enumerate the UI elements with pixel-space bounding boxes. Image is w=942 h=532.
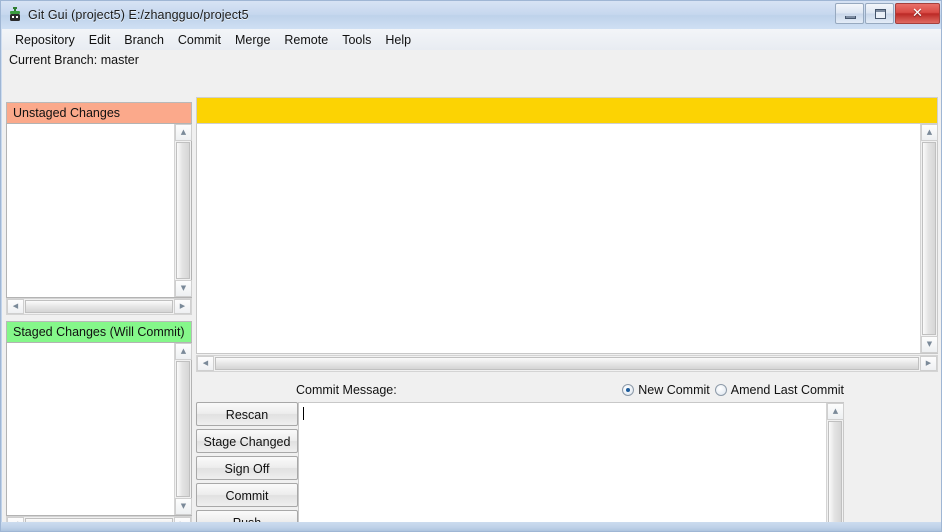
- unstaged-horizontal-scrollbar[interactable]: ◀ ▶: [6, 298, 192, 315]
- panels-region: Unstaged Changes ▲ ▼ ◀ ▶: [2, 70, 942, 501]
- commit-message-label: Commit Message:: [296, 383, 397, 397]
- window-controls: ✕: [834, 3, 940, 24]
- diff-viewer: ▲ ▼ ◀ ▶: [196, 97, 938, 372]
- staged-changes-header: Staged Changes (Will Commit): [6, 321, 192, 342]
- radio-amend-last-commit-label: Amend Last Commit: [731, 383, 844, 397]
- scroll-left-icon[interactable]: ◀: [7, 299, 24, 314]
- commit-message-vertical-scrollbar[interactable]: ▲ ▼: [826, 403, 843, 532]
- stage-changed-button[interactable]: Stage Changed: [196, 429, 298, 453]
- diff-vertical-scrollbar[interactable]: ▲ ▼: [920, 124, 937, 353]
- close-button[interactable]: ✕: [895, 3, 940, 24]
- diff-horizontal-scrollbar[interactable]: ◀ ▶: [196, 355, 938, 372]
- scrollbar-thumb[interactable]: [176, 142, 190, 279]
- sign-off-button[interactable]: Sign Off: [196, 456, 298, 480]
- staged-changes-list[interactable]: ▲ ▼: [6, 342, 192, 516]
- scroll-up-icon[interactable]: ▲: [175, 343, 192, 360]
- radio-new-commit-label: New Commit: [638, 383, 710, 397]
- close-icon: ✕: [896, 4, 939, 23]
- title-bar: Git Gui (project5) E:/zhangguo/project5 …: [1, 1, 942, 29]
- unstaged-changes-header: Unstaged Changes: [6, 102, 192, 123]
- scroll-right-icon[interactable]: ▶: [920, 356, 937, 371]
- window-title: Git Gui (project5) E:/zhangguo/project5: [28, 8, 249, 22]
- radio-selected-icon: [622, 384, 634, 396]
- commit-mode-radio-group: New Commit Amend Last Commit: [622, 380, 844, 400]
- scrollbar-thumb[interactable]: [828, 421, 842, 525]
- menu-item-edit[interactable]: Edit: [82, 31, 118, 49]
- scrollbar-thumb[interactable]: [25, 300, 173, 313]
- diff-text-area[interactable]: ▲ ▼: [196, 124, 938, 354]
- minimize-button[interactable]: [835, 3, 864, 24]
- menu-item-merge[interactable]: Merge: [228, 31, 277, 49]
- menu-item-branch[interactable]: Branch: [117, 31, 171, 49]
- text-caret: [303, 407, 304, 420]
- scroll-down-icon[interactable]: ▼: [175, 280, 192, 297]
- commit-message-textarea[interactable]: ▲ ▼: [298, 402, 844, 532]
- scrollbar-thumb[interactable]: [176, 361, 190, 497]
- commit-button[interactable]: Commit: [196, 483, 298, 507]
- scrollbar-thumb[interactable]: [215, 357, 919, 370]
- current-branch-label: Current Branch: master: [9, 53, 139, 67]
- staged-changes-panel: Staged Changes (Will Commit) ▲ ▼ ◀ ▶: [6, 321, 192, 532]
- radio-new-commit[interactable]: New Commit: [622, 383, 710, 397]
- unstaged-vertical-scrollbar[interactable]: ▲ ▼: [174, 124, 191, 297]
- scroll-up-icon[interactable]: ▲: [921, 124, 938, 141]
- menu-item-repository[interactable]: Repository: [8, 31, 82, 49]
- git-gui-icon: [6, 6, 24, 24]
- client-area: Repository Edit Branch Commit Merge Remo…: [2, 29, 942, 524]
- rescan-button[interactable]: Rescan: [196, 402, 298, 426]
- left-column: Unstaged Changes ▲ ▼ ◀ ▶: [6, 102, 192, 501]
- scroll-right-icon[interactable]: ▶: [174, 299, 191, 314]
- action-button-column: Rescan Stage Changed Sign Off Commit Pus…: [196, 402, 298, 532]
- menu-bar: Repository Edit Branch Commit Merge Remo…: [2, 29, 942, 50]
- scroll-up-icon[interactable]: ▲: [175, 124, 192, 141]
- maximize-button[interactable]: [865, 3, 894, 24]
- diff-header-bar: [196, 97, 938, 124]
- scroll-up-icon[interactable]: ▲: [827, 403, 844, 420]
- current-branch-bar: Current Branch: master: [2, 50, 942, 69]
- unstaged-changes-list[interactable]: ▲ ▼: [6, 123, 192, 298]
- window-bottom-edge: [1, 522, 942, 531]
- scroll-down-icon[interactable]: ▼: [175, 498, 192, 515]
- menu-item-help[interactable]: Help: [378, 31, 418, 49]
- commit-message-bar: Commit Message: New Commit Amend Last Co…: [196, 380, 938, 400]
- staged-vertical-scrollbar[interactable]: ▲ ▼: [174, 343, 191, 515]
- menu-item-remote[interactable]: Remote: [277, 31, 335, 49]
- minimize-icon: [845, 16, 856, 19]
- scroll-left-icon[interactable]: ◀: [197, 356, 214, 371]
- menu-item-commit[interactable]: Commit: [171, 31, 228, 49]
- menu-item-tools[interactable]: Tools: [335, 31, 378, 49]
- scrollbar-thumb[interactable]: [922, 142, 936, 335]
- radio-unselected-icon: [715, 384, 727, 396]
- scroll-down-icon[interactable]: ▼: [921, 336, 938, 353]
- unstaged-changes-panel: Unstaged Changes ▲ ▼ ◀ ▶: [6, 102, 192, 315]
- git-gui-window: Git Gui (project5) E:/zhangguo/project5 …: [0, 0, 942, 532]
- maximize-icon: [875, 9, 886, 19]
- radio-amend-last-commit[interactable]: Amend Last Commit: [715, 383, 844, 397]
